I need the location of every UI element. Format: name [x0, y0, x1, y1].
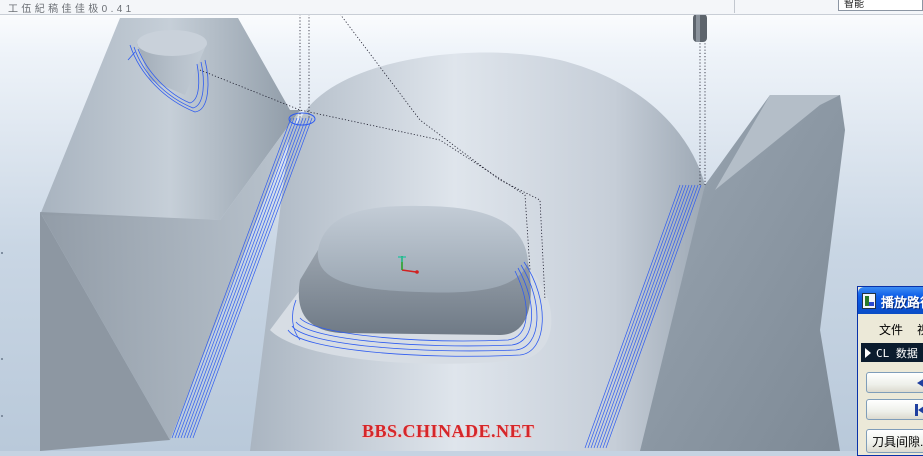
expand-arrow-icon [865, 348, 871, 358]
app-icon [862, 293, 876, 309]
menu-file[interactable]: 文件 [879, 321, 903, 338]
tool-clearance-button[interactable]: 刀具间隙... [866, 429, 923, 453]
dialog-titlebar[interactable]: 播放路径 [858, 287, 923, 314]
machining-scene [40, 13, 845, 451]
selection-filter-field[interactable]: 智能 [838, 0, 923, 11]
dialog-menubar: 文件 视图 [858, 314, 923, 342]
status-text: 工 伍 紀 稿 佳 佳 极 0 . 4 1 [8, 4, 132, 15]
3d-viewport[interactable]: 工 伍 紀 稿 佳 佳 极 0 . 4 1 智能 BBS.CHINADE.NET… [0, 0, 923, 456]
step-back-button[interactable] [866, 372, 923, 393]
playback-path-dialog: 播放路径 文件 视图 CL 数据 刀具间隙... [857, 286, 923, 456]
go-to-start-button[interactable] [866, 399, 923, 420]
watermark: BBS.CHINADE.NET [362, 421, 535, 441]
edge-tick [1, 358, 3, 360]
step-backward-icon [917, 378, 923, 388]
edge-tick [1, 415, 3, 417]
island-top [317, 205, 528, 293]
cutter-tool-highlight [696, 14, 700, 42]
cl-data-label: CL 数据 [876, 347, 918, 360]
boss-top [137, 30, 207, 56]
dialog-title: 播放路径 [881, 295, 923, 310]
cl-data-expander[interactable]: CL 数据 [861, 343, 923, 362]
skip-to-start-arrow [918, 404, 923, 416]
status-divider [734, 0, 735, 13]
edge-tick [1, 252, 3, 254]
status-strip: 工 伍 紀 稿 佳 佳 极 0 . 4 1 智能 [0, 0, 923, 15]
menu-view[interactable]: 视图 [917, 321, 923, 338]
